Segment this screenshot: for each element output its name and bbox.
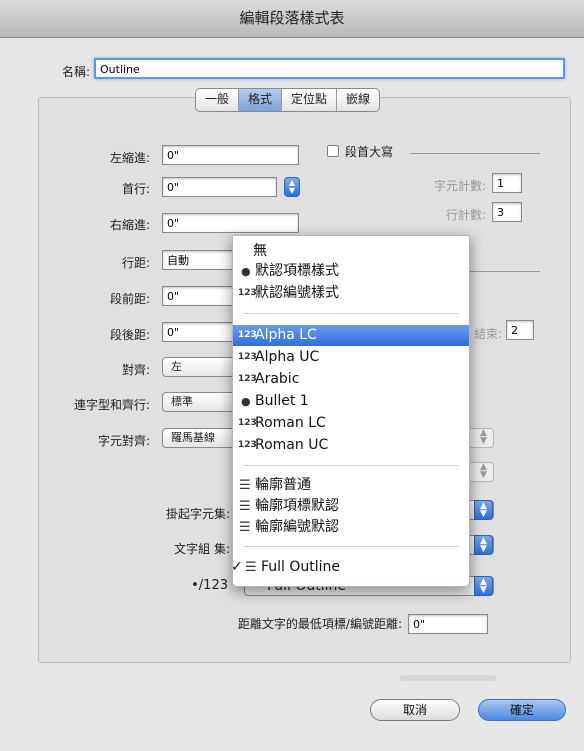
left-indent-field[interactable]: 0" [162, 145, 299, 165]
outline-icon: ☰ [239, 499, 251, 514]
first-line-field[interactable]: 0" [162, 177, 277, 197]
menu-item-label: 默認編號樣式 [255, 285, 339, 301]
menu-item-full-outline[interactable]: ✓ ☰ Full Outline [231, 557, 469, 578]
min-distance-label: 距離文字的最低項標/編號距離: [237, 617, 402, 631]
left-indent-label: 左縮進: [109, 151, 150, 165]
drop-caps-divider [410, 153, 540, 154]
alignment-label: 對齊: [121, 363, 150, 377]
line-count-field[interactable]: 3 [492, 202, 522, 222]
bullet-numbering-arrows: ▲ ▼ [474, 576, 493, 596]
number-icon: 123 [238, 440, 257, 450]
tab-format[interactable]: 格式 [239, 89, 283, 111]
disabled-stepper[interactable]: ▲ ▼ [466, 462, 494, 482]
menu-item-roman-uc[interactable]: 123 Roman UC [233, 435, 469, 456]
dialog-window: 編輯段落樣式表 名稱: Outline 一般 格式 定位點 嵌線 左縮進: 0"… [0, 0, 584, 751]
menu-item-label: Alpha UC [255, 349, 320, 365]
menu-separator [243, 313, 459, 314]
menu-item-alpha-lc[interactable]: 123 Alpha LC [233, 325, 469, 346]
alignment-popup[interactable]: 左 [162, 357, 237, 377]
outline-icon: ☰ [239, 478, 251, 493]
tab-bar: 一般 格式 定位點 嵌線 [195, 88, 381, 112]
menu-item-label: Arabic [255, 371, 300, 387]
menu-item-none[interactable]: 無 [233, 241, 469, 262]
menu-item-roman-lc[interactable]: 123 Roman LC [233, 413, 469, 434]
ok-button[interactable]: 確定 [478, 699, 566, 721]
outline-icon: ☰ [239, 520, 251, 535]
number-icon: 123 [238, 374, 257, 384]
space-after-field[interactable]: 0" [162, 322, 237, 342]
char-group-popup[interactable]: ▲ ▼ [466, 535, 494, 555]
drop-caps-label: 段首大寫 [345, 145, 394, 159]
menu-item-label: Roman LC [255, 415, 326, 431]
menu-item-label: 無 [253, 243, 267, 259]
bullet-numbering-label: •/123 [191, 578, 228, 593]
drop-caps-checkbox[interactable] [327, 145, 339, 157]
menu-item-label: 默認項標樣式 [255, 263, 339, 279]
space-before-label: 段前距: [109, 292, 150, 306]
line-count-label: 行計數: [445, 208, 486, 222]
char-align-popup[interactable]: 羅馬基線 [162, 428, 237, 448]
menu-item-label: Roman UC [255, 437, 329, 453]
char-count-field[interactable]: 1 [492, 173, 522, 193]
min-distance-field[interactable]: 0" [408, 614, 488, 634]
right-indent-label: 右縮進: [109, 218, 150, 232]
menu-item-label: 輪廓編號默認 [255, 519, 339, 535]
bullet-style-menu: 無 ● 默認項標樣式 123 默認編號樣式 123 Alpha LC 123 Alpha… [231, 235, 470, 587]
menu-item-label: 輪廓項標默認 [255, 498, 339, 514]
number-icon: 123 [238, 288, 257, 298]
leading-label: 行距: [121, 256, 150, 270]
window-title: 編輯段落樣式表 [0, 0, 584, 38]
menu-item-outline-normal[interactable]: ☰ 輪廓普通 [233, 475, 469, 496]
name-label: 名稱: [61, 65, 90, 79]
menu-item-outline-bullet-default[interactable]: ☰ 輪廓項標默認 [233, 496, 469, 517]
hanging-charset-popup[interactable]: ▲ ▼ [466, 500, 494, 520]
bullet-icon: ● [241, 395, 251, 408]
menu-item-label: Alpha LC [255, 327, 317, 343]
menu-item-label: Bullet 1 [255, 393, 309, 409]
tab-general[interactable]: 一般 [196, 89, 240, 111]
hyphenation-popup[interactable]: 標準 [162, 392, 237, 412]
char-align-stepper[interactable]: ▲ ▼ [466, 428, 494, 448]
group-divider [468, 271, 540, 272]
bullet-icon: ● [241, 265, 251, 278]
space-after-label: 段後距: [109, 328, 150, 342]
cancel-button[interactable]: 取消 [370, 699, 460, 721]
leading-field[interactable]: 自動 [162, 250, 237, 270]
resize-hint [400, 675, 496, 681]
menu-item-default-bullet[interactable]: ● 默認項標樣式 [233, 261, 469, 282]
tab-rules[interactable]: 嵌線 [337, 89, 379, 111]
menu-separator [243, 465, 459, 466]
number-icon: 123 [238, 330, 257, 340]
first-line-label: 首行: [121, 182, 150, 196]
checkmark-icon: ✓ [231, 559, 243, 575]
number-icon: 123 [238, 418, 257, 428]
hanging-charset-label: 掛起字元集: [165, 507, 230, 521]
menu-item-alpha-uc[interactable]: 123 Alpha UC [233, 347, 469, 368]
right-indent-field[interactable]: 0" [162, 213, 299, 233]
char-align-label: 字元對齊: [97, 434, 150, 448]
char-group-label: 文字組 集: [174, 542, 230, 556]
menu-item-default-number[interactable]: 123 默認編號樣式 [233, 283, 469, 304]
menu-separator [243, 546, 459, 547]
menu-item-label: Full Outline [261, 559, 341, 575]
menu-item-outline-number-default[interactable]: ☰ 輪廓編號默認 [233, 517, 469, 538]
space-before-field[interactable]: 0" [162, 286, 237, 306]
menu-item-label: 輪廓普通 [255, 477, 311, 493]
tab-tabs[interactable]: 定位點 [282, 89, 338, 111]
end-field[interactable]: 2 [506, 320, 534, 340]
hyphenation-label: 連字型和齊行: [73, 398, 150, 412]
number-icon: 123 [238, 352, 257, 362]
menu-item-arabic[interactable]: 123 Arabic [233, 369, 469, 390]
name-input[interactable]: Outline [94, 58, 565, 79]
first-line-stepper[interactable]: ▲ ▼ [284, 177, 300, 197]
menu-item-bullet-1[interactable]: ● Bullet 1 [233, 391, 469, 412]
char-count-label: 字元計數: [433, 179, 486, 193]
outline-icon: ☰ [245, 560, 257, 575]
